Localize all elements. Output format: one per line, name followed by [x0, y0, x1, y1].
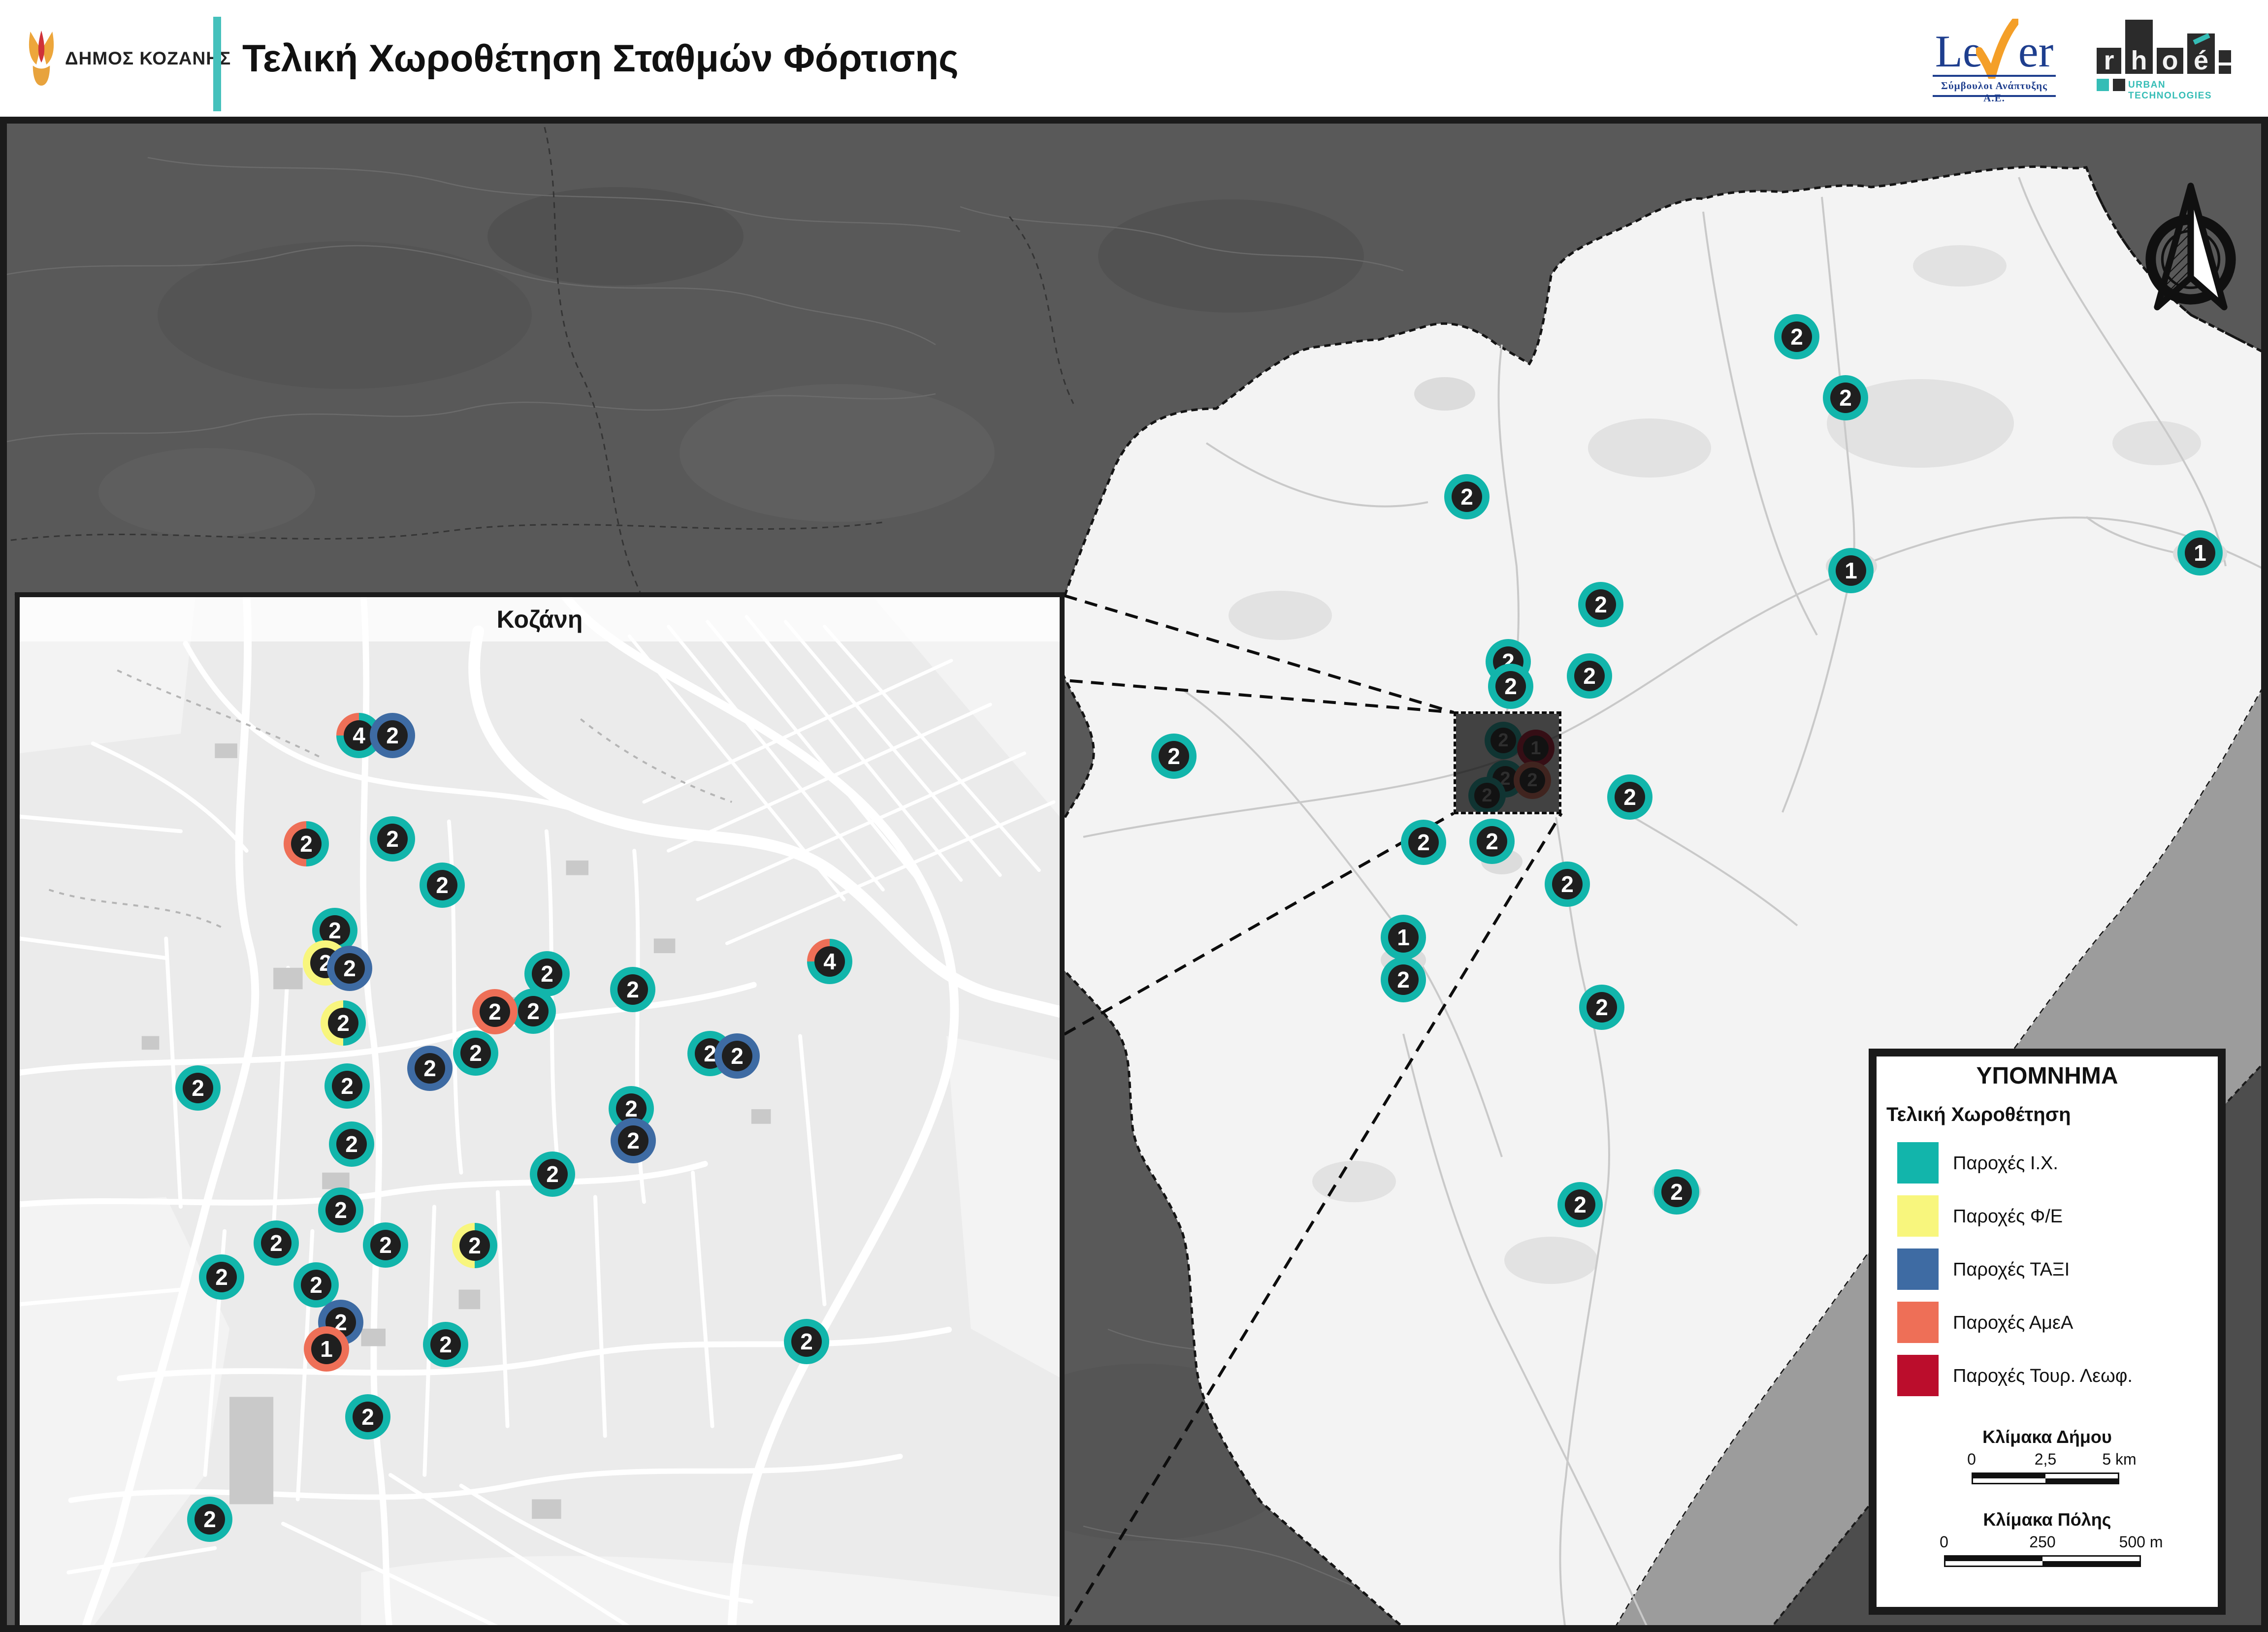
legend-label: Παροχές Φ/Ε [1953, 1206, 2063, 1227]
rhoe-colon-dot-top [2219, 50, 2231, 63]
inset-title-band: Κοζάνη [20, 597, 1060, 641]
rhoe-bar-r: r [2097, 48, 2121, 74]
legend-swatch-blue [1897, 1248, 1939, 1290]
map-plate: 21222 [0, 0, 2268, 1632]
north-arrow-icon [2126, 178, 2255, 320]
scalebar-tick-label: 5 km [2102, 1450, 2136, 1469]
extent-dark-overlay [1456, 714, 1559, 812]
page-title: Τελική Χωροθέτηση Σταθμών Φόρτισης [242, 0, 959, 117]
rhoe-bar-h: h [2125, 20, 2153, 74]
scalebar-segment [2042, 1557, 2139, 1561]
municipality-tulip-icon [26, 30, 57, 89]
legend-label: Παροχές Τουρ. Λεωφ. [1953, 1366, 2133, 1387]
rhoe-colon-dot-bottom [2219, 65, 2231, 74]
municipality-name: ΔΗΜΟΣ ΚΟΖΑΝΗΣ [65, 0, 231, 117]
scalebar-segment [1945, 1561, 2042, 1566]
legend-label: Παροχές ΑμεΑ [1953, 1312, 2073, 1334]
lever-logo: Le er Σύμβουλοι Ανάπτυξης Α.Ε. [1933, 15, 2056, 98]
lever-rule-top [1933, 75, 2056, 77]
legend-swatch-salmon [1897, 1302, 1939, 1343]
lever-er: er [2018, 30, 2053, 73]
city-inset-map: Κοζάνη [15, 592, 1065, 1632]
rhoe-teal-square [2097, 79, 2109, 91]
page-header: ΔΗΜΟΣ ΚΟΖΑΝΗΣ Τελική Χωροθέτηση Σταθμών … [0, 0, 2268, 117]
scalebar-tick-label: 250 [2029, 1533, 2055, 1551]
scalebar-segment [2042, 1561, 2139, 1566]
legend-title: ΥΠΟΜΝΗΜΑ [1877, 1062, 2218, 1089]
scalebar-tick-label: 500 m [2119, 1533, 2163, 1551]
rhoe-bar-o: o [2157, 48, 2183, 74]
scalebar-segment [1973, 1478, 2045, 1483]
scalebar-tick-label: 2,5 [2035, 1450, 2056, 1469]
legend-swatch-red [1897, 1355, 1939, 1396]
rhoe-dark-square [2113, 79, 2125, 91]
scalebar-title: Κλίμακα Δήμου [1877, 1427, 2218, 1447]
scalebar-segment [1945, 1557, 2042, 1561]
legend-label: Παροχές Ι.Χ. [1953, 1153, 2058, 1174]
rhoe-subtitle: URBAN TECHNOLOGIES [2128, 80, 2239, 101]
lever-rule-bottom [1933, 95, 2056, 97]
legend-swatch-yellow [1897, 1195, 1939, 1237]
lever-check-icon [1976, 19, 2018, 79]
scalebar-segment [2045, 1478, 2118, 1483]
legend-subtitle: Τελική Χωροθέτηση [1886, 1104, 2071, 1126]
scalebar-tick-label: 0 [1967, 1450, 1976, 1469]
scalebar-segment [2045, 1474, 2118, 1478]
header-accent-divider [213, 17, 221, 111]
scalebar [1944, 1555, 2141, 1567]
lever-subtitle: Σύμβουλοι Ανάπτυξης Α.Ε. [1933, 80, 2056, 104]
inset-title: Κοζάνη [497, 605, 583, 634]
rhoe-logo: r h o é URBAN TECHNOLOGIES [2097, 19, 2239, 95]
legend-label: Παροχές ΤΑΞΙ [1953, 1259, 2070, 1280]
legend: ΥΠΟΜΝΗΜΑ Τελική Χωροθέτηση Παροχές Ι.Χ. Π… [1869, 1049, 2226, 1615]
inset-map-drawing [20, 597, 1060, 1627]
extent-indicator-box: 21222 [1454, 711, 1561, 814]
legend-swatch-teal [1897, 1142, 1939, 1184]
scalebar-segment [1973, 1474, 2045, 1478]
scalebar [1972, 1472, 2119, 1484]
scalebar-tick-label: 0 [1940, 1533, 1948, 1551]
scalebar-title: Κλίμακα Πόλης [1877, 1509, 2218, 1530]
